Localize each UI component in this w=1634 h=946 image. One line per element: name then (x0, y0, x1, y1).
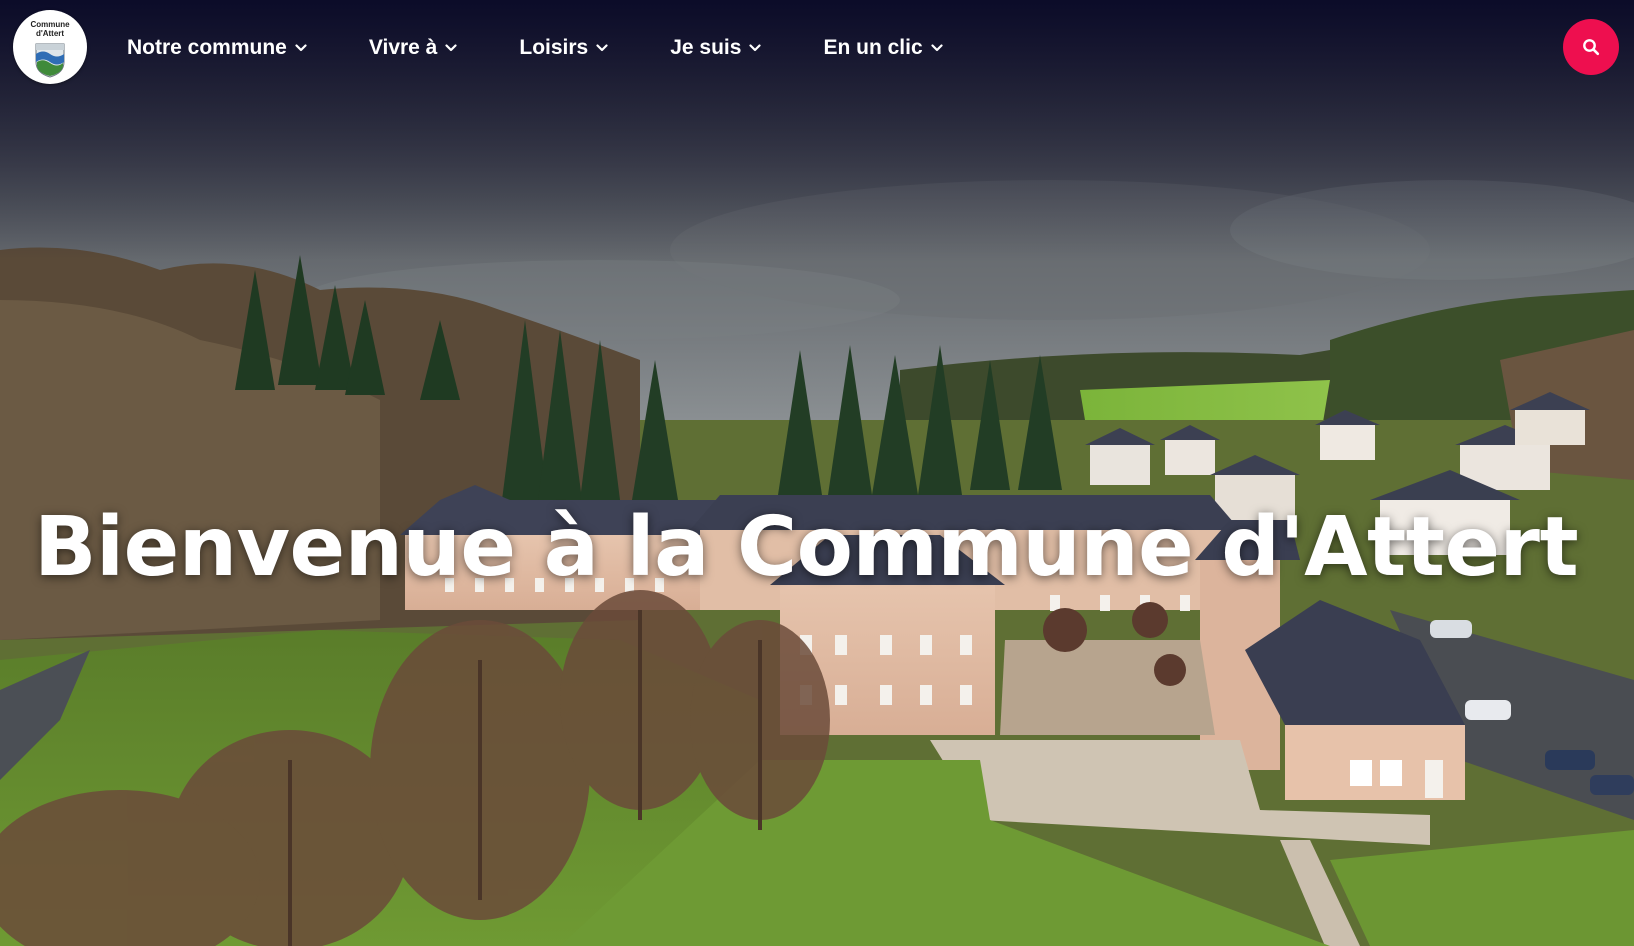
nav-item-label: Je suis (670, 36, 742, 59)
hero-section: Commune d'Attert Notre commune Vivre à L… (0, 0, 1634, 946)
hero-title: Bienvenue à la Commune d'Attert (34, 500, 1579, 595)
nav-item-label: Notre commune (127, 36, 287, 59)
hero-background-image (0, 0, 1634, 946)
nav-item-label: En un clic (823, 36, 923, 59)
chevron-down-icon (931, 44, 943, 52)
search-button[interactable] (1563, 19, 1619, 75)
search-icon (1583, 39, 1600, 56)
chevron-down-icon (445, 44, 457, 52)
nav-item-label: Vivre à (368, 36, 438, 59)
nav-item-label: Loisirs (519, 36, 589, 59)
coat-of-arms-icon (35, 43, 65, 78)
commune-logo[interactable]: Commune d'Attert (13, 10, 87, 84)
chevron-down-icon (295, 44, 307, 52)
logo-text: Commune d'Attert (13, 20, 87, 38)
nav-item-je-suis[interactable]: Je suis (670, 36, 762, 60)
nav-menu: Notre commune Vivre à Loisirs Je suis En… (127, 0, 1005, 96)
logo-line-2: d'Attert (35, 29, 65, 38)
main-navigation: Commune d'Attert Notre commune Vivre à L… (0, 0, 1634, 96)
chevron-down-icon (596, 44, 608, 52)
nav-item-loisirs[interactable]: Loisirs (519, 36, 608, 60)
logo-line-1: Commune (30, 20, 70, 29)
chevron-down-icon (749, 44, 762, 52)
nav-item-en-un-clic[interactable]: En un clic (823, 36, 943, 60)
nav-item-notre-commune[interactable]: Notre commune (127, 36, 307, 60)
nav-item-vivre-a[interactable]: Vivre à (369, 36, 458, 60)
